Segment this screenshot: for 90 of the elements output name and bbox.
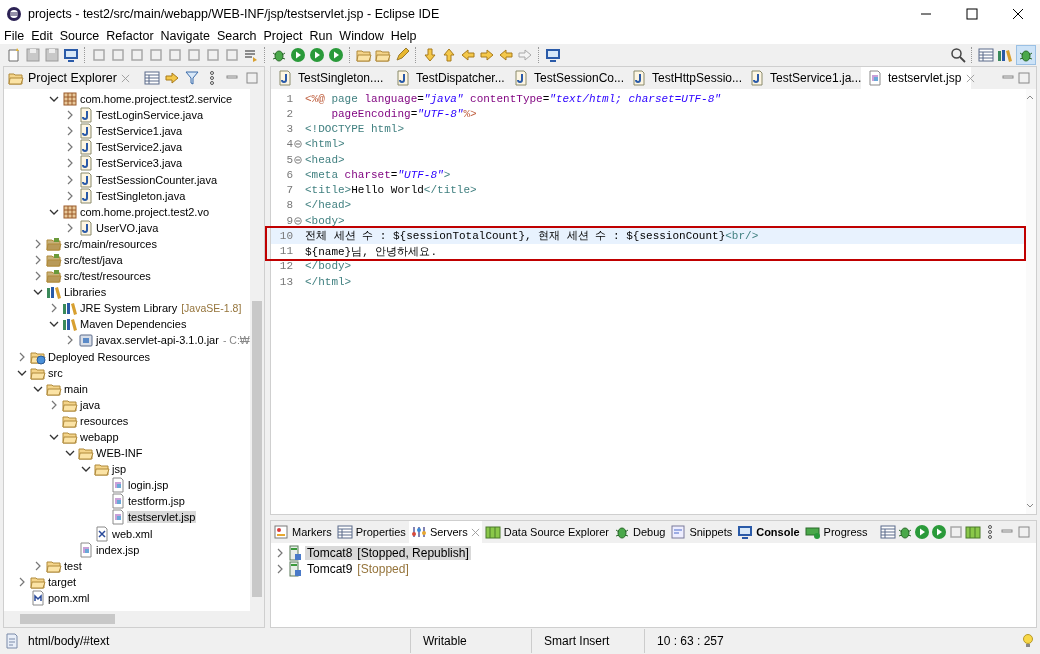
tree-item[interactable]: JRE System Library <box>79 302 179 315</box>
menu-item[interactable]: Source <box>59 29 100 43</box>
code-line: <head> <box>304 153 345 166</box>
code-line: ${name}님, 안녕하세요. <box>304 244 437 259</box>
editor-tab[interactable]: TestSessionCo... <box>507 67 625 89</box>
line-number: 7 <box>285 184 293 197</box>
tree-item[interactable]: src <box>47 366 64 379</box>
line-number: 13 <box>278 275 293 288</box>
line-number: 11 <box>278 245 293 258</box>
status-text: html/body/#text <box>28 634 110 648</box>
tree-item[interactable]: TestService3.java <box>95 157 184 170</box>
window-title: projects - test2/src/main/webapp/WEB-INF/jsp/testservlet.jsp - Eclipse IDE <box>28 7 441 21</box>
line-number: 12 <box>278 260 293 273</box>
menu-item[interactable]: Search <box>216 29 257 43</box>
jar-path: - C:₩ <box>221 334 250 347</box>
tree-item[interactable]: Libraries <box>63 286 108 299</box>
editor-tab[interactable]: TestHttpSessio... <box>625 67 743 89</box>
line-number: 9 <box>285 214 293 227</box>
tree-item[interactable]: src/main/resources <box>63 237 158 250</box>
line-number: 6 <box>285 168 293 181</box>
editor-tab[interactable]: TestService1.ja... <box>743 67 861 89</box>
menu-item[interactable]: Project <box>263 29 303 43</box>
code-line: </head> <box>304 199 352 212</box>
view-tab[interactable]: Progress <box>802 521 870 543</box>
line-number: 8 <box>285 199 293 212</box>
menu-item[interactable]: Run <box>309 29 333 43</box>
status-text: Smart Insert <box>531 629 644 653</box>
tree-item[interactable]: jsp <box>111 463 128 476</box>
tree-item[interactable]: pom.xml <box>47 591 91 604</box>
tree-item[interactable]: web.xml <box>111 527 154 540</box>
tree-item[interactable]: index.jsp <box>95 543 141 556</box>
tree-item[interactable]: webapp <box>79 431 120 443</box>
line-number: 10 <box>278 229 293 242</box>
tree-item[interactable]: TestService1.java <box>95 125 184 138</box>
tree-item[interactable]: src/test/java <box>63 254 124 266</box>
line-number: 3 <box>285 123 293 136</box>
editor-tab[interactable]: TestDispatcher... <box>389 67 507 89</box>
tree-item[interactable]: TestSingleton.java <box>95 189 187 202</box>
view-tab[interactable]: Debug <box>611 521 668 543</box>
tree-item[interactable]: login.jsp <box>127 479 170 492</box>
menu-item[interactable]: Help <box>390 29 417 43</box>
view-tab[interactable]: Snippets <box>668 521 735 543</box>
tree-item[interactable]: testform.jsp <box>127 495 186 508</box>
tree-item[interactable]: UserVO.java <box>95 221 160 234</box>
code-line: <!DOCTYPE html> <box>304 123 405 136</box>
tree-item[interactable]: TestLoginService.java <box>95 109 204 122</box>
tree-item[interactable]: test <box>63 559 83 572</box>
code-line: </html> <box>304 275 352 288</box>
view-tab[interactable]: Servers <box>408 521 482 543</box>
tree-item[interactable]: java <box>79 398 102 411</box>
tree-item[interactable]: resources <box>79 414 130 427</box>
tree-item[interactable]: testservlet.jsp <box>127 511 197 524</box>
tree-item[interactable]: Deployed Resources <box>47 350 152 363</box>
menu-item[interactable]: Edit <box>31 29 53 43</box>
tree-item[interactable]: com.home.project.test2.vo <box>79 205 210 218</box>
code-line: 전체 세션 수 : ${sessionTotalCount}, 현재 세션 수 : ${sessionCount}<br/> <box>304 229 759 244</box>
editor-tab[interactable]: TestSingleton.... <box>271 67 389 89</box>
tree-item[interactable]: src/test/resources <box>63 270 152 283</box>
code-line: <html> <box>304 138 345 151</box>
library-version: [JavaSE-1.8] <box>180 302 242 315</box>
view-tab[interactable]: Properties <box>334 521 408 543</box>
server-item[interactable]: Tomcat9 [Stopped] <box>305 562 411 576</box>
tree-item[interactable]: com.home.project.test2.service <box>79 93 234 106</box>
line-number: 5 <box>285 153 293 166</box>
status-text: 10 : 63 : 257 <box>644 629 757 653</box>
code-line: <title>Hello World</title> <box>304 184 477 197</box>
code-line: pageEncoding="UTF-8"%> <box>330 107 477 120</box>
menu-item[interactable]: Refactor <box>106 29 154 43</box>
code-line: <body> <box>304 214 345 227</box>
tree-item[interactable]: TestSessionCounter.java <box>95 173 219 186</box>
code-line: <meta charset="UTF-8"> <box>304 168 451 181</box>
code-line: <%@ page language="java" contentType="text/html; charset=UTF-8" <box>304 92 721 105</box>
menu-item[interactable]: Window <box>339 29 384 43</box>
server-item[interactable]: Tomcat8 [Stopped, Republish] <box>305 546 471 560</box>
view-tab[interactable]: Markers <box>271 521 334 543</box>
line-number: 2 <box>285 107 293 120</box>
tree-item[interactable]: main <box>63 382 89 395</box>
tree-item[interactable]: TestService2.java <box>95 141 184 154</box>
tree-item[interactable]: WEB-INF <box>95 447 144 460</box>
tree-item[interactable]: javax.servlet-api-3.1.0.jar <box>95 334 220 347</box>
line-number: 4 <box>285 138 293 151</box>
status-text: Writable <box>410 629 531 653</box>
view-tab[interactable]: Console <box>735 521 802 543</box>
menu-item[interactable]: Navigate <box>160 29 210 43</box>
tree-item[interactable]: Maven Dependencies <box>79 318 188 331</box>
code-line: </body> <box>304 260 352 273</box>
line-number: 1 <box>285 92 293 105</box>
view-tab[interactable]: Data Source Explorer <box>482 521 611 543</box>
tree-item[interactable]: target <box>47 575 78 588</box>
menu-item[interactable]: File <box>4 29 25 43</box>
